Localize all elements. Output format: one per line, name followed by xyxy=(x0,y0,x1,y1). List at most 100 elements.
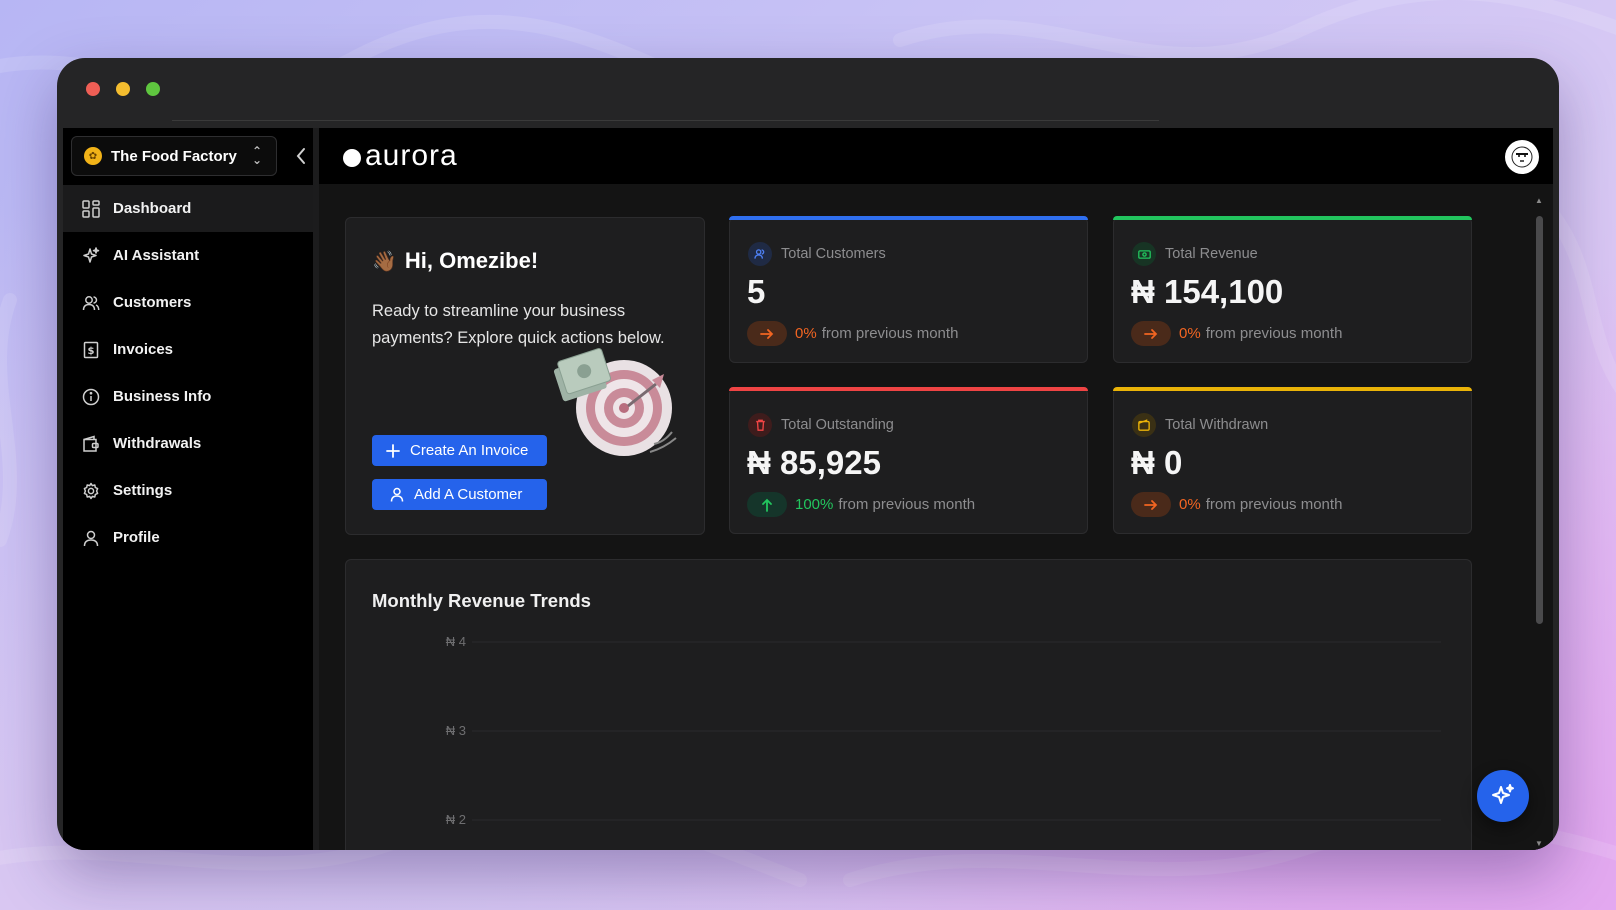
org-logo-icon: ✿ xyxy=(84,147,102,165)
sidebar-item-profile[interactable]: Profile xyxy=(63,514,313,561)
stat-trend: 100% from previous month xyxy=(747,492,975,517)
stat-card-total-withdrawn: Total Withdrawn ₦ 0 0% from previous mon… xyxy=(1113,387,1472,534)
org-switcher[interactable]: ✿ The Food Factory ⌃ ⌄ xyxy=(71,136,277,176)
invoice-icon: $ xyxy=(81,340,101,360)
stat-card-total-outstanding: Total Outstanding ₦ 85,925 100% from pre… xyxy=(729,387,1088,534)
revenue-chart-card: Monthly Revenue Trends ₦ 4 ₦ 3 ₦ 2 xyxy=(345,559,1472,850)
wallet-icon xyxy=(1132,413,1156,437)
stat-change-suffix: from previous month xyxy=(838,496,976,513)
y-tick-label: ₦ 2 xyxy=(446,812,466,827)
sidebar: ✿ The Food Factory ⌃ ⌄ Dashboard AI Assi… xyxy=(63,128,319,850)
arrow-right-icon xyxy=(1131,492,1171,517)
chevron-left-icon xyxy=(296,148,305,164)
add-customer-button[interactable]: Add A Customer xyxy=(372,479,547,510)
plus-icon xyxy=(386,443,400,458)
stat-change-suffix: from previous month xyxy=(821,325,959,342)
sidebar-item-business-info[interactable]: Business Info xyxy=(63,373,313,420)
maximize-window-button[interactable] xyxy=(146,82,160,96)
sidebar-item-label: AI Assistant xyxy=(113,247,200,264)
sidebar-item-label: Dashboard xyxy=(113,200,192,217)
y-tick-label: ₦ 4 xyxy=(446,634,466,649)
ai-assistant-fab[interactable] xyxy=(1477,770,1529,822)
info-icon xyxy=(81,387,101,407)
dashboard-content: 👋🏾 Hi, Omezibe! Ready to streamline your… xyxy=(319,184,1553,850)
svg-text:$: $ xyxy=(88,346,95,357)
sidebar-item-withdrawals[interactable]: Withdrawals xyxy=(63,420,313,467)
stat-label: Total Outstanding xyxy=(748,413,894,437)
avatar-icon xyxy=(1511,146,1533,168)
scrollbar-thumb[interactable] xyxy=(1536,216,1543,624)
accent-bar xyxy=(1113,216,1472,220)
stat-change: 0% xyxy=(1179,325,1201,342)
sidebar-item-ai-assistant[interactable]: AI Assistant xyxy=(63,232,313,279)
collapse-sidebar-button[interactable] xyxy=(289,140,313,172)
close-window-button[interactable] xyxy=(86,82,100,96)
stat-label-text: Total Outstanding xyxy=(781,417,894,433)
main-area: aurora 👋🏾 Hi, Omezibe! Ready to streamli… xyxy=(319,128,1553,850)
stat-label-text: Total Customers xyxy=(781,246,886,262)
users-icon xyxy=(748,242,772,266)
target-illustration xyxy=(553,348,677,456)
vertical-scrollbar[interactable]: ▲ ▼ xyxy=(1533,192,1545,850)
create-invoice-button[interactable]: Create An Invoice xyxy=(372,435,547,466)
cash-icon xyxy=(1132,242,1156,266)
org-name: The Food Factory xyxy=(111,147,237,165)
sparkle-icon xyxy=(1492,784,1514,804)
sidebar-item-dashboard[interactable]: Dashboard xyxy=(63,185,313,232)
stat-label-text: Total Withdrawn xyxy=(1165,417,1269,433)
chevron-up-down-icon: ⌃ ⌄ xyxy=(251,144,262,167)
arrow-up-icon xyxy=(747,492,787,517)
sidebar-item-label: Business Info xyxy=(113,388,212,405)
stat-value: ₦ 154,100 xyxy=(1131,273,1284,310)
sidebar-item-label: Profile xyxy=(113,529,160,546)
gear-icon xyxy=(81,481,101,501)
stat-label: Total Customers xyxy=(748,242,886,266)
stat-change: 0% xyxy=(795,325,817,342)
stat-change-suffix: from previous month xyxy=(1205,325,1343,342)
welcome-card: 👋🏾 Hi, Omezibe! Ready to streamline your… xyxy=(345,217,705,535)
users-icon xyxy=(81,293,101,313)
create-invoice-label: Create An Invoice xyxy=(410,442,529,459)
wallet-icon xyxy=(81,434,101,454)
stat-value: ₦ 0 xyxy=(1131,444,1183,481)
stat-card-total-revenue: Total Revenue ₦ 154,100 0% from previous… xyxy=(1113,216,1472,363)
sidebar-item-settings[interactable]: Settings xyxy=(63,467,313,514)
app-root: ✿ The Food Factory ⌃ ⌄ Dashboard AI Assi… xyxy=(63,128,1553,850)
sidebar-item-label: Settings xyxy=(113,482,173,499)
grid-icon xyxy=(81,199,101,219)
stat-trend: 0% from previous month xyxy=(1131,492,1342,517)
stat-card-total-customers: Total Customers 5 0% from previous month xyxy=(729,216,1088,363)
user-icon xyxy=(390,487,404,502)
scroll-up-arrow-icon[interactable]: ▲ xyxy=(1533,196,1545,205)
revenue-chart: ₦ 4 ₦ 3 ₦ 2 xyxy=(446,634,1441,827)
avatar[interactable] xyxy=(1505,140,1539,174)
add-customer-label: Add A Customer xyxy=(414,486,523,503)
window-titlebar xyxy=(57,58,1559,122)
accent-bar xyxy=(1113,387,1472,391)
trash-icon xyxy=(748,413,772,437)
sidebar-item-label: Withdrawals xyxy=(113,435,202,452)
brand-logo[interactable]: aurora xyxy=(343,139,458,173)
sidebar-item-invoices[interactable]: $ Invoices xyxy=(63,326,313,373)
minimize-window-button[interactable] xyxy=(116,82,130,96)
accent-bar xyxy=(729,216,1088,220)
arrow-right-icon xyxy=(747,321,787,346)
brand-name: aurora xyxy=(365,139,458,172)
y-tick-label: ₦ 3 xyxy=(446,723,466,738)
brand-dot-icon xyxy=(343,149,361,167)
scroll-down-arrow-icon[interactable]: ▼ xyxy=(1533,839,1545,848)
stat-change: 0% xyxy=(1179,496,1201,513)
top-bar: aurora xyxy=(319,128,1553,184)
wave-emoji: 👋🏾 xyxy=(372,250,397,273)
titlebar-divider xyxy=(172,120,1159,121)
sidebar-item-label: Customers xyxy=(113,294,192,311)
stat-value: ₦ 85,925 xyxy=(747,444,881,481)
sidebar-item-customers[interactable]: Customers xyxy=(63,279,313,326)
greeting-text: Hi, Omezibe! xyxy=(404,248,539,273)
sidebar-nav: Dashboard AI Assistant Customers $ Invoi… xyxy=(63,185,313,561)
stat-change-suffix: from previous month xyxy=(1205,496,1343,513)
stat-trend: 0% from previous month xyxy=(1131,321,1342,346)
stat-change: 100% xyxy=(795,496,834,513)
accent-bar xyxy=(729,387,1088,391)
stat-label-text: Total Revenue xyxy=(1165,246,1258,262)
